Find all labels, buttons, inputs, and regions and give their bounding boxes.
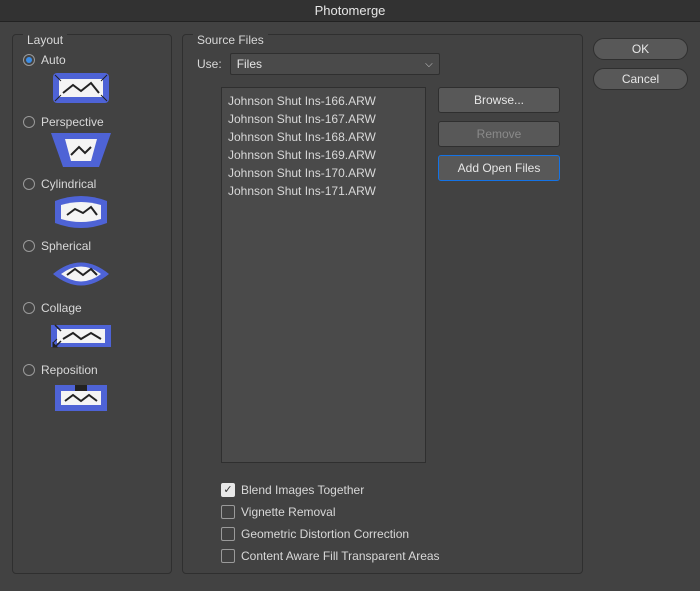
checkbox-icon xyxy=(221,505,235,519)
checkbox-label: Vignette Removal xyxy=(241,505,336,519)
source-files-list[interactable]: Johnson Shut Ins-166.ARWJohnson Shut Ins… xyxy=(221,87,426,463)
checkbox-vignette-removal[interactable]: Vignette Removal xyxy=(221,505,572,519)
checkbox-icon xyxy=(221,527,235,541)
browse-button[interactable]: Browse... xyxy=(438,87,560,113)
layout-option-spherical: Spherical xyxy=(23,239,161,291)
layout-option-label: Cylindrical xyxy=(41,177,96,191)
cylindrical-icon xyxy=(51,195,111,229)
auto-icon xyxy=(51,71,111,105)
collage-icon xyxy=(51,319,111,353)
layout-option-auto: Auto xyxy=(23,53,161,105)
layout-radio-auto[interactable]: Auto xyxy=(23,53,161,67)
remove-button[interactable]: Remove xyxy=(438,121,560,147)
checkbox-geometric-distortion-correction[interactable]: Geometric Distortion Correction xyxy=(221,527,572,541)
perspective-icon xyxy=(51,133,111,167)
file-item[interactable]: Johnson Shut Ins-168.ARW xyxy=(228,128,419,146)
source-files-panel: Source Files Use: Files ⌵ Johnson Shut I… xyxy=(182,34,583,574)
dialog-body: Layout Auto Perspective Cylindrical Spheric… xyxy=(0,22,700,591)
use-select[interactable]: Files ⌵ xyxy=(230,53,440,75)
radio-icon xyxy=(23,178,35,190)
radio-icon xyxy=(23,240,35,252)
radio-icon xyxy=(23,302,35,314)
radio-icon xyxy=(23,116,35,128)
layout-radio-perspective[interactable]: Perspective xyxy=(23,115,161,129)
file-item[interactable]: Johnson Shut Ins-166.ARW xyxy=(228,92,419,110)
file-item[interactable]: Johnson Shut Ins-170.ARW xyxy=(228,164,419,182)
use-label: Use: xyxy=(197,57,222,71)
checkbox-label: Content Aware Fill Transparent Areas xyxy=(241,549,440,563)
dialog-actions: OK Cancel xyxy=(593,34,688,579)
source-legend: Source Files xyxy=(193,33,268,47)
checkbox-label: Geometric Distortion Correction xyxy=(241,527,409,541)
layout-radio-cylindrical[interactable]: Cylindrical xyxy=(23,177,161,191)
file-item[interactable]: Johnson Shut Ins-171.ARW xyxy=(228,182,419,200)
checkbox-icon xyxy=(221,483,235,497)
radio-icon xyxy=(23,54,35,66)
layout-option-label: Perspective xyxy=(41,115,104,129)
checkbox-icon xyxy=(221,549,235,563)
layout-option-cylindrical: Cylindrical xyxy=(23,177,161,229)
layout-panel: Layout Auto Perspective Cylindrical Spheric… xyxy=(12,34,172,574)
add-open-files-button[interactable]: Add Open Files xyxy=(438,155,560,181)
layout-radio-collage[interactable]: Collage xyxy=(23,301,161,315)
checkbox-label: Blend Images Together xyxy=(241,483,364,497)
layout-option-label: Reposition xyxy=(41,363,98,377)
layout-option-label: Spherical xyxy=(41,239,91,253)
checkbox-blend-images-together[interactable]: Blend Images Together xyxy=(221,483,572,497)
layout-option-label: Collage xyxy=(41,301,82,315)
file-item[interactable]: Johnson Shut Ins-167.ARW xyxy=(228,110,419,128)
cancel-button[interactable]: Cancel xyxy=(593,68,688,90)
reposition-icon xyxy=(51,381,111,415)
window-title: Photomerge xyxy=(0,0,700,22)
chevron-down-icon: ⌵ xyxy=(425,59,433,70)
layout-radio-reposition[interactable]: Reposition xyxy=(23,363,161,377)
layout-option-reposition: Reposition xyxy=(23,363,161,415)
layout-radio-spherical[interactable]: Spherical xyxy=(23,239,161,253)
layout-option-label: Auto xyxy=(41,53,66,67)
layout-legend: Layout xyxy=(23,33,67,47)
layout-option-perspective: Perspective xyxy=(23,115,161,167)
checkbox-content-aware-fill-transparent-areas[interactable]: Content Aware Fill Transparent Areas xyxy=(221,549,572,563)
file-item[interactable]: Johnson Shut Ins-169.ARW xyxy=(228,146,419,164)
spherical-icon xyxy=(51,257,111,291)
layout-option-collage: Collage xyxy=(23,301,161,353)
use-select-value: Files xyxy=(237,57,262,71)
radio-icon xyxy=(23,364,35,376)
ok-button[interactable]: OK xyxy=(593,38,688,60)
